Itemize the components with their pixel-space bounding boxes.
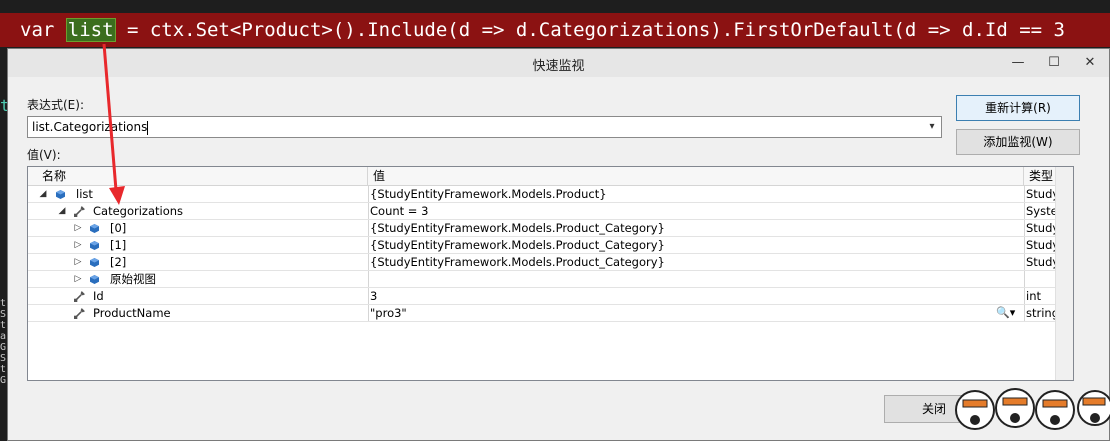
watch-grid: 名称 值 类型 ◢ list {StudyEntityFramework.Mod…	[27, 166, 1074, 381]
row-type: StudyEnt	[1026, 255, 1056, 269]
expanded-icon[interactable]: ◢	[57, 203, 67, 219]
wrench-icon	[74, 291, 85, 302]
table-row[interactable]: Id 3 int	[28, 288, 1073, 305]
column-value[interactable]: 值	[368, 167, 1024, 185]
wrench-icon	[74, 308, 85, 319]
column-separator	[1024, 305, 1025, 321]
column-separator	[1024, 288, 1025, 304]
row-value: {StudyEntityFramework.Models.Product_Cat…	[370, 238, 665, 252]
object-icon	[90, 275, 99, 284]
row-value: Count = 3	[370, 204, 429, 218]
table-row[interactable]: ▷ [2] {StudyEntityFramework.Models.Produ…	[28, 254, 1073, 271]
code-highlight-list[interactable]: list	[65, 18, 116, 42]
row-value: "pro3"	[370, 306, 407, 320]
collapsed-icon[interactable]: ▷	[73, 237, 83, 253]
table-row[interactable]: ◢ list {StudyEntityFramework.Models.Prod…	[28, 186, 1073, 203]
mascot-face	[1035, 390, 1075, 430]
column-separator	[1024, 220, 1025, 236]
column-separator	[368, 220, 369, 236]
mascot-face	[995, 388, 1035, 428]
table-row[interactable]: ProductName "pro3" 🔍▾ string	[28, 305, 1073, 322]
code-line: var list = ctx.Set<Product>().Include(d …	[0, 13, 1110, 47]
code-keyword: var	[20, 19, 66, 41]
vertical-scrollbar[interactable]	[1055, 167, 1073, 380]
add-watch-button[interactable]: 添加监视(W)	[956, 129, 1080, 155]
recalculate-button[interactable]: 重新计算(R)	[956, 95, 1080, 121]
object-icon	[90, 258, 99, 267]
table-row[interactable]: ▷ [0] {StudyEntityFramework.Models.Produ…	[28, 220, 1073, 237]
row-name: [1]	[110, 238, 127, 252]
row-type: StudyEnt	[1026, 187, 1056, 201]
column-separator	[1024, 254, 1025, 270]
magnifier-visualizer-icon[interactable]: 🔍▾	[996, 305, 1020, 321]
column-separator	[368, 271, 369, 287]
row-name: Categorizations	[93, 204, 184, 218]
column-type[interactable]: 类型	[1024, 167, 1058, 185]
table-row[interactable]: ▷ 原始视图	[28, 271, 1073, 288]
expression-value: list.Categorizations	[32, 120, 148, 134]
column-separator	[368, 203, 369, 219]
row-type: StudyEnt	[1026, 238, 1056, 252]
row-type: System.C	[1026, 204, 1056, 218]
row-value: {StudyEntityFramework.Models.Product_Cat…	[370, 221, 665, 235]
minimize-icon[interactable]: —	[1003, 53, 1033, 73]
chevron-down-icon[interactable]: ▾	[925, 119, 939, 135]
object-icon	[90, 241, 99, 250]
quick-watch-dialog: 快速监视 — ☐ ✕ 表达式(E): list.Categorizations …	[7, 48, 1110, 441]
window-buttons: — ☐ ✕	[1003, 53, 1105, 73]
text-caret	[147, 120, 149, 135]
mascot-face	[955, 390, 995, 430]
column-separator	[368, 186, 369, 202]
column-separator	[1024, 203, 1025, 219]
close-icon[interactable]: ✕	[1075, 53, 1105, 73]
column-separator	[1024, 186, 1025, 202]
grid-header: 名称 值 类型	[28, 167, 1073, 186]
object-icon	[56, 190, 65, 199]
row-type: StudyEnt	[1026, 221, 1056, 235]
collapsed-icon[interactable]: ▷	[73, 271, 83, 287]
collapsed-icon[interactable]: ▷	[73, 254, 83, 270]
row-name: 原始视图	[110, 272, 156, 286]
expanded-icon[interactable]: ◢	[38, 186, 48, 202]
row-name: ProductName	[93, 306, 171, 320]
column-separator	[368, 305, 369, 321]
collapsed-icon[interactable]: ▷	[73, 220, 83, 236]
wrench-icon	[74, 206, 85, 217]
table-row[interactable]: ◢ Categorizations Count = 3 System.C	[28, 203, 1073, 220]
table-row[interactable]: ▷ [1] {StudyEntityFramework.Models.Produ…	[28, 237, 1073, 254]
column-separator	[368, 288, 369, 304]
value-label: 值(V):	[27, 148, 61, 162]
column-separator	[368, 237, 369, 253]
title-bar: 快速监视 — ☐ ✕	[8, 49, 1109, 77]
expression-input[interactable]: list.Categorizations ▾	[27, 116, 942, 138]
row-type: string	[1026, 306, 1056, 320]
column-separator	[1024, 271, 1025, 287]
column-separator	[368, 254, 369, 270]
mascot-decoration	[955, 388, 1110, 430]
mascot-face	[1077, 390, 1110, 426]
row-name: Id	[93, 289, 104, 303]
row-name: list	[76, 187, 93, 201]
row-type	[1026, 271, 1056, 287]
dialog-title: 快速监视	[532, 59, 585, 74]
maximize-icon[interactable]: ☐	[1039, 53, 1069, 73]
row-value: {StudyEntityFramework.Models.Product_Cat…	[370, 255, 665, 269]
column-separator	[1024, 237, 1025, 253]
row-type: int	[1026, 289, 1041, 303]
expression-label: 表达式(E):	[27, 98, 84, 112]
code-editor-strip: var list = ctx.Set<Product>().Include(d …	[0, 0, 1110, 50]
column-name[interactable]: 名称	[28, 167, 368, 185]
row-name: [2]	[110, 255, 127, 269]
code-rest: = ctx.Set<Product>().Include(d => d.Cate…	[115, 19, 1065, 41]
row-value: {StudyEntityFramework.Models.Product}	[370, 187, 607, 201]
row-value: 3	[370, 289, 378, 303]
object-icon	[90, 224, 99, 233]
row-name: [0]	[110, 221, 127, 235]
